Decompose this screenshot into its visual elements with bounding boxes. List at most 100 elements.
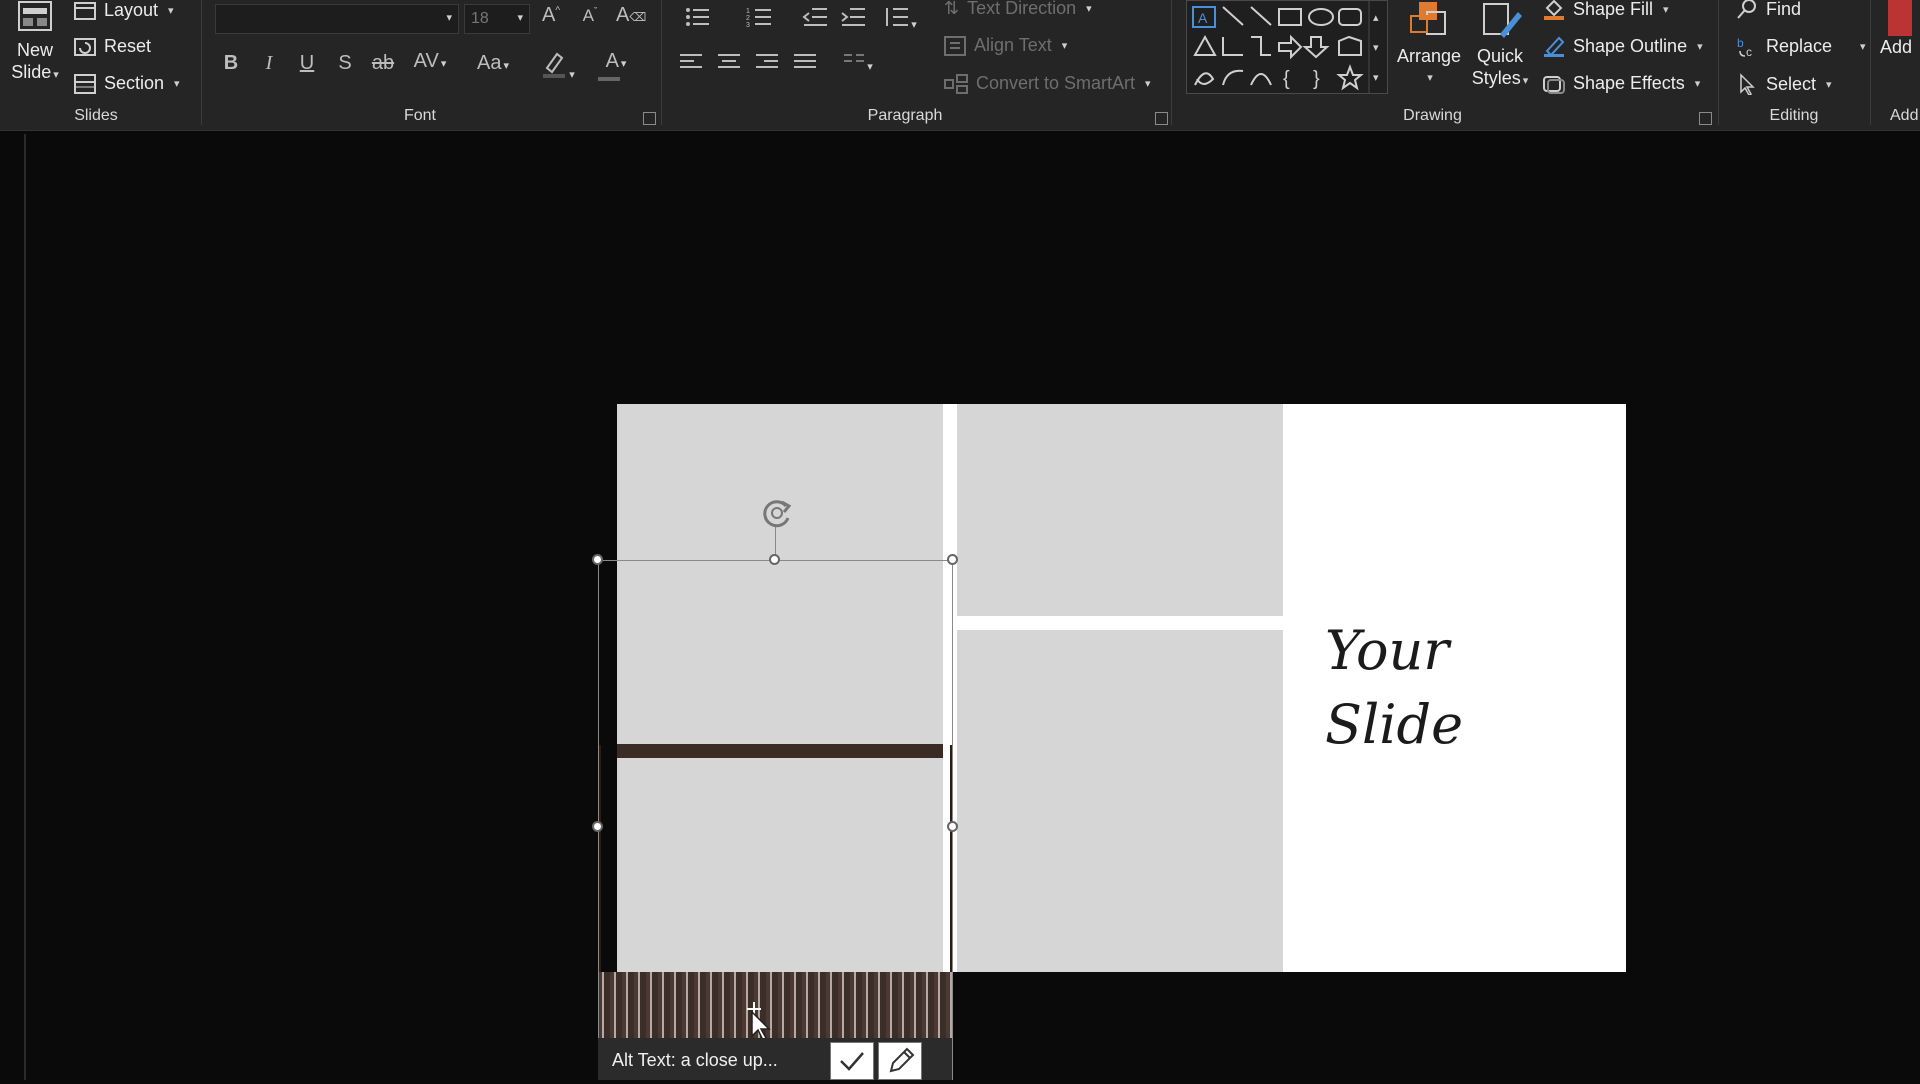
shapes-gallery[interactable]: A { } ▴ ▾ ▾: [1186, 0, 1388, 94]
text-shadow-icon[interactable]: S: [330, 52, 360, 75]
highlight-color-icon[interactable]: ▾: [536, 50, 580, 84]
bold-icon[interactable]: B: [216, 52, 246, 75]
drawing-group-label: Drawing: [1403, 107, 1462, 124]
slide-title-line: Slide: [1325, 693, 1464, 756]
chevron-down-icon: ▾: [446, 12, 452, 24]
rotate-handle-icon[interactable]: [758, 494, 796, 532]
new-slide-label-2: Slide: [11, 62, 52, 82]
addins-button[interactable]: Add: [1880, 0, 1920, 58]
strikethrough-icon[interactable]: ab: [368, 52, 398, 75]
align-center-icon[interactable]: [714, 52, 744, 78]
bullets-icon[interactable]: [676, 6, 718, 34]
image-placeholder[interactable]: [617, 758, 943, 972]
section-button[interactable]: Section ▾: [74, 73, 180, 94]
image-placeholder[interactable]: [617, 404, 943, 744]
arrange-icon: [1410, 2, 1446, 35]
drawing-dialog-launcher-icon[interactable]: [1699, 112, 1712, 125]
shape-outline-button[interactable]: Shape Outline ▾: [1543, 35, 1703, 57]
svg-text:{: {: [1283, 68, 1290, 90]
increase-font-size-icon[interactable]: A^: [536, 4, 566, 27]
line-spacing-icon[interactable]: ▾: [878, 6, 922, 34]
font-size-dropdown[interactable]: 18 ▾: [464, 4, 530, 34]
chevron-down-icon: ▾: [1086, 3, 1092, 15]
increase-indent-icon[interactable]: [838, 6, 868, 34]
align-left-icon[interactable]: [676, 52, 706, 78]
quick-styles-label: Quick: [1476, 46, 1523, 66]
convert-smartart-button[interactable]: Convert to SmartArt ▾: [944, 73, 1151, 94]
quick-styles-label-line2: Styles ▾: [1466, 67, 1534, 92]
font-color-icon[interactable]: A ▾: [594, 50, 638, 81]
decrease-font-size-icon[interactable]: Aˇ: [575, 6, 605, 26]
resize-handle[interactable]: [592, 821, 603, 832]
svg-text:▾: ▾: [1373, 42, 1379, 54]
chevron-down-icon: ▾: [911, 19, 917, 31]
slide-title[interactable]: Your Slide: [1325, 614, 1463, 762]
image-placeholder[interactable]: [957, 630, 1283, 972]
checkmark-icon: [840, 1052, 864, 1071]
svg-text:▾: ▾: [1373, 72, 1379, 84]
svg-text:▴: ▴: [1373, 12, 1379, 24]
pencil-icon: [889, 1047, 915, 1073]
decrease-indent-icon[interactable]: [800, 6, 830, 34]
paragraph-dialog-launcher-icon[interactable]: [1155, 112, 1168, 125]
shape-fill-button[interactable]: Shape Fill ▾: [1543, 0, 1669, 20]
addins-icon: [1888, 0, 1912, 36]
resize-handle[interactable]: [592, 554, 603, 565]
find-label: Find: [1766, 0, 1802, 19]
font-dialog-launcher-icon[interactable]: [643, 112, 656, 125]
quick-styles-label-2: Styles: [1471, 68, 1521, 88]
chevron-down-icon: ▾: [517, 12, 523, 24]
editing-group-label: Editing: [1769, 107, 1819, 124]
chevron-down-icon: ▾: [1697, 40, 1703, 53]
slides-group-label: Slides: [74, 107, 118, 124]
resize-handle[interactable]: [769, 554, 780, 565]
align-right-icon[interactable]: [752, 52, 782, 78]
change-case-button[interactable]: Aa ▾: [470, 52, 516, 75]
thumbnail-pane-divider[interactable]: [24, 134, 26, 1080]
numbering-icon[interactable]: 123: [738, 6, 780, 34]
font-group-label: Font: [403, 107, 436, 124]
arrange-button[interactable]: Arrange ▾: [1394, 0, 1464, 89]
quick-styles-button[interactable]: Quick Styles ▾: [1466, 0, 1534, 92]
underline-icon[interactable]: U: [292, 52, 322, 75]
chevron-down-icon: ▾: [1145, 78, 1151, 90]
new-slide-button[interactable]: New Slide ▾: [6, 0, 64, 86]
replace-icon: bc: [1736, 35, 1758, 57]
layout-icon: [74, 1, 96, 20]
reset-button[interactable]: Reset: [74, 36, 151, 57]
addins-group-label: Add: [1890, 107, 1919, 124]
paint-bucket-icon: [1543, 0, 1565, 20]
slide-canvas[interactable]: Your Slide: [617, 404, 1626, 972]
font-size-value: 18: [471, 10, 489, 27]
italic-icon[interactable]: I: [254, 52, 284, 75]
find-button[interactable]: Find: [1736, 0, 1801, 20]
change-case-label: Aa: [477, 52, 502, 74]
resize-handle[interactable]: [947, 821, 958, 832]
replace-label: Replace: [1766, 35, 1833, 56]
approve-alt-text-button[interactable]: [830, 1042, 874, 1080]
svg-text:b: b: [1737, 36, 1744, 50]
justify-icon[interactable]: [790, 52, 820, 78]
replace-button[interactable]: bc Replace ▾: [1736, 35, 1866, 58]
group-divider: [1870, 0, 1871, 125]
clear-formatting-icon[interactable]: A⌫: [616, 4, 646, 27]
quick-styles-icon: [1483, 3, 1522, 38]
chevron-down-icon: ▾: [174, 78, 180, 90]
image-placeholder[interactable]: [957, 404, 1283, 616]
alt-text-bar: Alt Text: a close up...: [598, 1038, 952, 1080]
chevron-down-icon: ▾: [1427, 72, 1433, 84]
chevron-down-icon: ▾: [1694, 78, 1701, 90]
picture-edge: [617, 744, 943, 758]
character-spacing-icon[interactable]: AV ▾: [408, 50, 452, 73]
align-text-button[interactable]: Align Text ▾: [944, 35, 1067, 56]
select-button[interactable]: Select ▾: [1736, 73, 1832, 95]
ribbon: New Slide ▾ Layout ▾ Reset Section ▾ Slides…: [0, 0, 1920, 131]
shape-effects-button[interactable]: Shape Effects ▾: [1543, 73, 1700, 94]
font-name-dropdown[interactable]: ▾: [215, 4, 459, 34]
layout-button[interactable]: Layout ▾: [74, 0, 174, 21]
edit-alt-text-button[interactable]: [878, 1042, 922, 1080]
resize-handle[interactable]: [947, 554, 958, 565]
chevron-down-icon: ▾: [503, 60, 509, 72]
columns-icon[interactable]: ▾: [836, 52, 880, 76]
text-direction-button[interactable]: ⇅ Text Direction ▾: [944, 0, 1092, 19]
